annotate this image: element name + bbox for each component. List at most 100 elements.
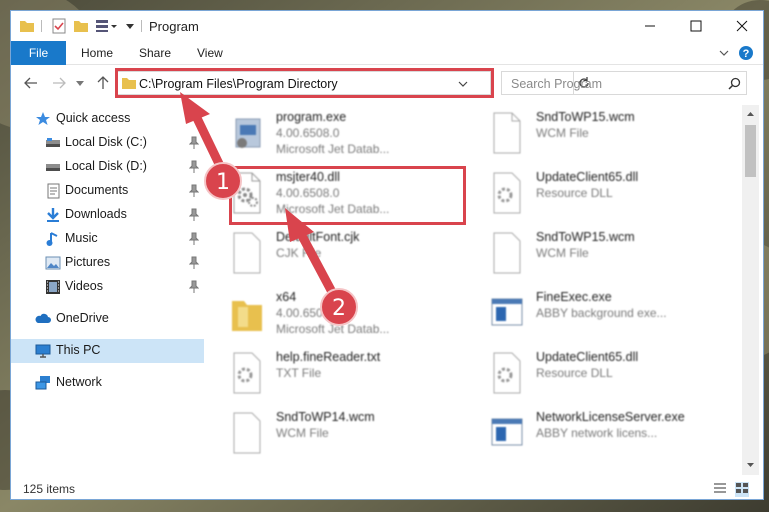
file-item[interactable]: NetworkLicenseServer.exe ABBY network li… — [474, 407, 714, 465]
item-count: 125 items — [23, 482, 76, 496]
details-view-icon[interactable] — [713, 482, 727, 497]
file-icon — [230, 231, 264, 275]
file-icon — [230, 411, 264, 455]
folder-icon — [19, 18, 35, 37]
file-detail: WCM File — [536, 246, 589, 260]
file-item[interactable]: UpdateClient65.dll Resource DLL — [474, 347, 714, 405]
file-detail: Microsoft Jet Datab... — [276, 142, 390, 156]
pin-icon[interactable] — [188, 208, 200, 222]
sidebar-item-network[interactable]: Network — [11, 371, 204, 395]
file-item[interactable]: help.fineReader.txt TXT File — [214, 347, 454, 405]
star-icon — [35, 111, 51, 127]
file-icon — [490, 231, 524, 275]
sidebar-item-music[interactable]: Music — [11, 227, 204, 251]
sidebar-item-label: Downloads — [65, 207, 127, 221]
qa-separator — [41, 20, 42, 32]
file-list: program.exe 4.00.6508.0 Microsoft Jet Da… — [214, 105, 742, 475]
app-window-icon — [490, 411, 524, 455]
sidebar-item-this-pc[interactable]: This PC — [11, 339, 204, 363]
sidebar-item-downloads[interactable]: Downloads — [11, 203, 204, 227]
file-name: UpdateClient65.dll — [536, 350, 639, 364]
sidebar-item-videos[interactable]: Videos — [11, 275, 204, 299]
file-item[interactable]: SndToWP14.wcm WCM File — [214, 407, 454, 465]
navigation-pane: Quick access Local Disk (C:) Local Disk … — [11, 105, 204, 475]
file-item[interactable]: UpdateClient65.dll Resource DLL — [474, 167, 714, 225]
up-button[interactable] — [95, 75, 111, 91]
sidebar-item-label: Videos — [65, 279, 103, 293]
gear-file-icon — [490, 171, 524, 215]
customize-toolbar-icon[interactable] — [95, 18, 121, 37]
file-name: SndToWP15.wcm — [536, 110, 635, 124]
qa-separator — [141, 20, 142, 32]
file-detail: WCM File — [276, 426, 329, 440]
sidebar-item-label: Network — [56, 375, 102, 389]
file-name: UpdateClient65.dll — [536, 170, 639, 184]
step-1-badge: 1 — [204, 162, 242, 200]
computer-icon — [35, 343, 51, 359]
maximize-button[interactable] — [673, 11, 719, 41]
pin-icon[interactable] — [188, 160, 200, 174]
title-bar: Program — [11, 11, 763, 41]
file-name: program.exe — [276, 110, 347, 124]
back-button[interactable] — [23, 75, 39, 91]
file-name: SndToWP14.wcm — [276, 410, 375, 424]
new-folder-icon[interactable] — [73, 18, 89, 37]
drive-icon — [45, 135, 61, 151]
search-input[interactable]: Search Program — [511, 77, 602, 91]
pin-icon[interactable] — [188, 184, 200, 198]
chevron-down-icon[interactable] — [125, 18, 135, 37]
file-name: NetworkLicenseServer.exe — [536, 410, 685, 424]
file-icon — [490, 111, 524, 155]
step-2-badge: 2 — [320, 288, 358, 326]
file-item[interactable]: DefaultFont.cjk CJK File — [214, 227, 454, 285]
file-item[interactable]: program.exe 4.00.6508.0 Microsoft Jet Da… — [214, 107, 454, 165]
file-item[interactable]: FineExec.exe ABBY background exe... — [474, 287, 714, 345]
search-box[interactable]: Search Program — [501, 71, 747, 95]
sidebar-item-quick-access[interactable]: Quick access — [11, 107, 204, 131]
expand-ribbon-icon[interactable] — [718, 47, 730, 62]
tab-home[interactable]: Home — [81, 41, 113, 65]
pin-icon[interactable] — [188, 232, 200, 246]
sidebar-item-local-disk-c[interactable]: Local Disk (C:) — [11, 131, 204, 155]
file-name: x64 — [276, 290, 297, 304]
search-icon[interactable] — [728, 77, 741, 93]
close-icon — [736, 20, 748, 32]
large-icons-view-icon[interactable] — [735, 482, 749, 497]
minimize-button[interactable] — [627, 11, 673, 41]
file-detail: Resource DLL — [536, 366, 613, 380]
tab-share[interactable]: Share — [139, 41, 171, 65]
close-button[interactable] — [719, 11, 763, 41]
forward-arrow-icon — [53, 77, 66, 89]
file-item[interactable]: SndToWP15.wcm WCM File — [474, 107, 714, 165]
pin-icon[interactable] — [188, 280, 200, 294]
recent-locations-button[interactable] — [75, 75, 91, 91]
tab-file[interactable]: File — [11, 41, 66, 65]
folder-icon — [230, 291, 264, 335]
minimize-icon — [645, 25, 655, 27]
sidebar-item-documents[interactable]: Documents — [11, 179, 204, 203]
tab-view[interactable]: View — [197, 41, 223, 65]
file-name: SndToWP15.wcm — [536, 230, 635, 244]
properties-icon[interactable] — [51, 18, 67, 37]
sidebar-item-onedrive[interactable]: OneDrive — [11, 307, 204, 331]
sidebar-item-local-disk-d[interactable]: Local Disk (D:) — [11, 155, 204, 179]
pictures-icon — [45, 255, 61, 271]
network-icon — [35, 375, 51, 391]
documents-icon — [45, 183, 61, 199]
file-detail: CJK File — [276, 246, 322, 260]
sidebar-item-pictures[interactable]: Pictures — [11, 251, 204, 275]
exe-icon — [230, 111, 264, 155]
cloud-icon — [35, 311, 51, 327]
svg-text:?: ? — [743, 48, 750, 60]
help-icon[interactable]: ? — [738, 45, 754, 64]
file-item[interactable]: SndToWP15.wcm WCM File — [474, 227, 714, 285]
file-detail: Resource DLL — [536, 186, 613, 200]
sidebar-item-label: Local Disk (D:) — [65, 159, 147, 173]
vertical-scrollbar[interactable] — [742, 105, 759, 475]
pin-icon[interactable] — [188, 256, 200, 270]
videos-icon — [45, 279, 61, 295]
pin-icon[interactable] — [188, 136, 200, 150]
file-detail: ABBY network licens... — [536, 426, 658, 440]
forward-button[interactable] — [51, 75, 67, 91]
download-icon — [45, 207, 61, 223]
